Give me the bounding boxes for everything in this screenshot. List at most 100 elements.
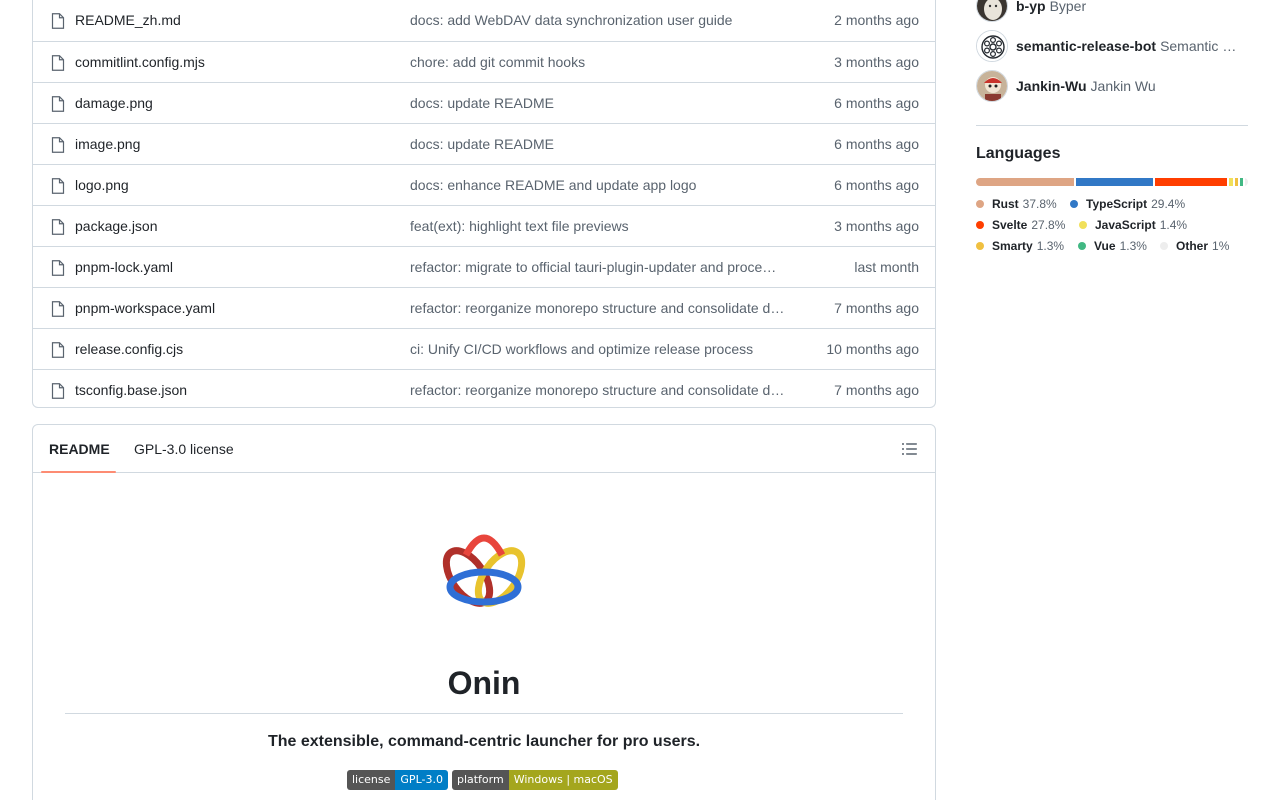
file-icon — [51, 96, 65, 112]
commit-message-link[interactable]: chore: add git commit hooks — [410, 54, 802, 70]
language-percent: 1.3% — [1036, 239, 1065, 253]
language-percent: 1% — [1212, 239, 1230, 253]
commit-date: 10 months ago — [826, 341, 919, 357]
language-name: TypeScript — [1086, 197, 1148, 211]
readme-title: Onin — [447, 665, 521, 701]
table-row[interactable]: image.png docs: update README 6 months a… — [33, 123, 935, 164]
language-name: JavaScript — [1095, 218, 1156, 232]
commit-message-link[interactable]: docs: add WebDAV data synchronization us… — [410, 12, 802, 28]
avatar[interactable] — [976, 70, 1008, 102]
language-item-svelte[interactable]: Svelte 27.8% — [976, 218, 1065, 232]
file-icon — [51, 137, 65, 153]
badge-row: license GPL-3.0 platform Windows | macOS — [347, 770, 618, 790]
file-icon — [51, 55, 65, 71]
language-color-dot — [976, 221, 984, 229]
commit-message-link[interactable]: ci: Unify CI/CD workflows and optimize r… — [410, 341, 802, 357]
contributor-item[interactable]: Jankin-Wu Jankin Wu — [976, 70, 1248, 102]
language-item-javascript[interactable]: JavaScript 1.4% — [1079, 218, 1187, 232]
table-row[interactable]: damage.png docs: update README 6 months … — [33, 82, 935, 123]
contributor-item[interactable]: b-yp Byper — [976, 0, 1248, 22]
file-name-link[interactable]: package.json — [75, 218, 158, 234]
commit-date: 3 months ago — [834, 54, 919, 70]
license-badge[interactable]: license GPL-3.0 — [347, 770, 448, 790]
tab-readme[interactable]: README — [49, 441, 110, 457]
file-name-link[interactable]: README_zh.md — [75, 12, 181, 28]
readme-panel: README GPL-3.0 license Onin The extensib… — [32, 424, 936, 800]
languages-heading: Languages — [976, 145, 1061, 162]
table-row[interactable]: package.json feat(ext): highlight text f… — [33, 205, 935, 246]
outline-list-icon[interactable] — [897, 437, 923, 461]
language-bar-segment-svelte — [1154, 178, 1228, 186]
language-color-dot — [976, 200, 984, 208]
commit-message-link[interactable]: feat(ext): highlight text file previews — [410, 218, 802, 234]
table-row[interactable]: README_zh.md docs: add WebDAV data synch… — [33, 0, 935, 41]
table-row[interactable]: release.config.cjs ci: Unify CI/CD workf… — [33, 328, 935, 369]
language-percent: 1.3% — [1119, 239, 1147, 253]
table-row[interactable]: logo.png docs: enhance README and update… — [33, 164, 935, 205]
badge-value: Windows | macOS — [508, 770, 618, 790]
table-row[interactable]: pnpm-lock.yaml refactor: migrate to offi… — [33, 246, 935, 287]
tab-license[interactable]: GPL-3.0 license — [134, 441, 234, 457]
contributor-name: Jankin Wu — [1090, 78, 1156, 94]
file-icon — [51, 301, 65, 317]
table-row[interactable]: commitlint.config.mjs chore: add git com… — [33, 41, 935, 82]
language-color-dot — [1070, 200, 1078, 208]
badge-label: platform — [451, 770, 509, 790]
app-logo-icon — [442, 534, 526, 607]
contributor-login[interactable]: Jankin-Wu — [1016, 78, 1087, 94]
avatar[interactable] — [976, 30, 1008, 62]
file-name-link[interactable]: pnpm-lock.yaml — [75, 259, 173, 275]
file-icon — [51, 13, 65, 29]
language-item-other[interactable]: Other 1% — [1160, 239, 1229, 253]
table-row[interactable]: pnpm-workspace.yaml refactor: reorganize… — [33, 287, 935, 328]
language-item-typescript[interactable]: TypeScript 29.4% — [1070, 197, 1185, 211]
language-bar-segment-vue — [1240, 178, 1244, 186]
language-bar-segment-typescript — [1076, 178, 1153, 186]
commit-message-link[interactable]: docs: update README — [410, 136, 802, 152]
file-name-link[interactable]: damage.png — [75, 95, 153, 111]
commit-message-link[interactable]: docs: update README — [410, 95, 802, 111]
file-name-link[interactable]: release.config.cjs — [75, 341, 183, 357]
file-icon — [51, 342, 65, 358]
commit-message-link[interactable]: docs: enhance README and update app logo — [410, 177, 802, 193]
readme-tagline: The extensible, command-centric launcher… — [267, 733, 701, 750]
active-tab-indicator — [41, 471, 116, 473]
divider — [65, 713, 903, 714]
commit-message-link[interactable]: refactor: reorganize monorepo structure … — [410, 300, 802, 316]
platform-badge[interactable]: platform Windows | macOS — [451, 770, 618, 790]
file-name-link[interactable]: tsconfig.base.json — [75, 382, 187, 398]
commit-date: 6 months ago — [834, 95, 919, 111]
commit-date: 2 months ago — [834, 12, 919, 28]
avatar[interactable] — [976, 0, 1008, 22]
language-percent: 29.4% — [1151, 197, 1186, 211]
commit-date: 6 months ago — [834, 136, 919, 152]
language-name: Smarty — [992, 239, 1033, 253]
commit-message-link[interactable]: refactor: reorganize monorepo structure … — [410, 382, 802, 398]
commit-date: 6 months ago — [834, 177, 919, 193]
table-row[interactable]: tsconfig.base.json refactor: reorganize … — [33, 369, 935, 410]
commit-message-link[interactable]: refactor: migrate to official tauri-plug… — [410, 259, 802, 275]
file-icon — [51, 260, 65, 276]
badge-label: license — [347, 770, 396, 790]
file-name-link[interactable]: logo.png — [75, 177, 129, 193]
language-item-rust[interactable]: Rust 37.8% — [976, 197, 1057, 211]
contributor-login[interactable]: semantic-release-bot — [1016, 38, 1156, 54]
file-table: README_zh.md docs: add WebDAV data synch… — [32, 0, 936, 408]
contributor-login[interactable]: b-yp — [1016, 0, 1046, 14]
divider — [976, 125, 1248, 126]
readme-tab-bar: README GPL-3.0 license — [33, 425, 935, 473]
language-percent: 27.8% — [1031, 218, 1066, 232]
file-icon — [51, 383, 65, 399]
language-bar-segment-javascript — [1229, 178, 1233, 186]
file-name-link[interactable]: commitlint.config.mjs — [75, 54, 205, 70]
language-item-vue[interactable]: Vue 1.3% — [1078, 239, 1147, 253]
badge-value: GPL-3.0 — [395, 770, 448, 790]
file-name-link[interactable]: pnpm-workspace.yaml — [75, 300, 215, 316]
language-color-dot — [1078, 242, 1086, 250]
language-name: Svelte — [992, 218, 1028, 232]
file-name-link[interactable]: image.png — [75, 136, 140, 152]
contributor-item[interactable]: semantic-release-bot Semantic Release Bo… — [976, 30, 1248, 62]
language-item-smarty[interactable]: Smarty 1.3% — [976, 239, 1064, 253]
language-bar-segment-other — [1245, 178, 1248, 186]
language-color-dot — [1079, 221, 1087, 229]
